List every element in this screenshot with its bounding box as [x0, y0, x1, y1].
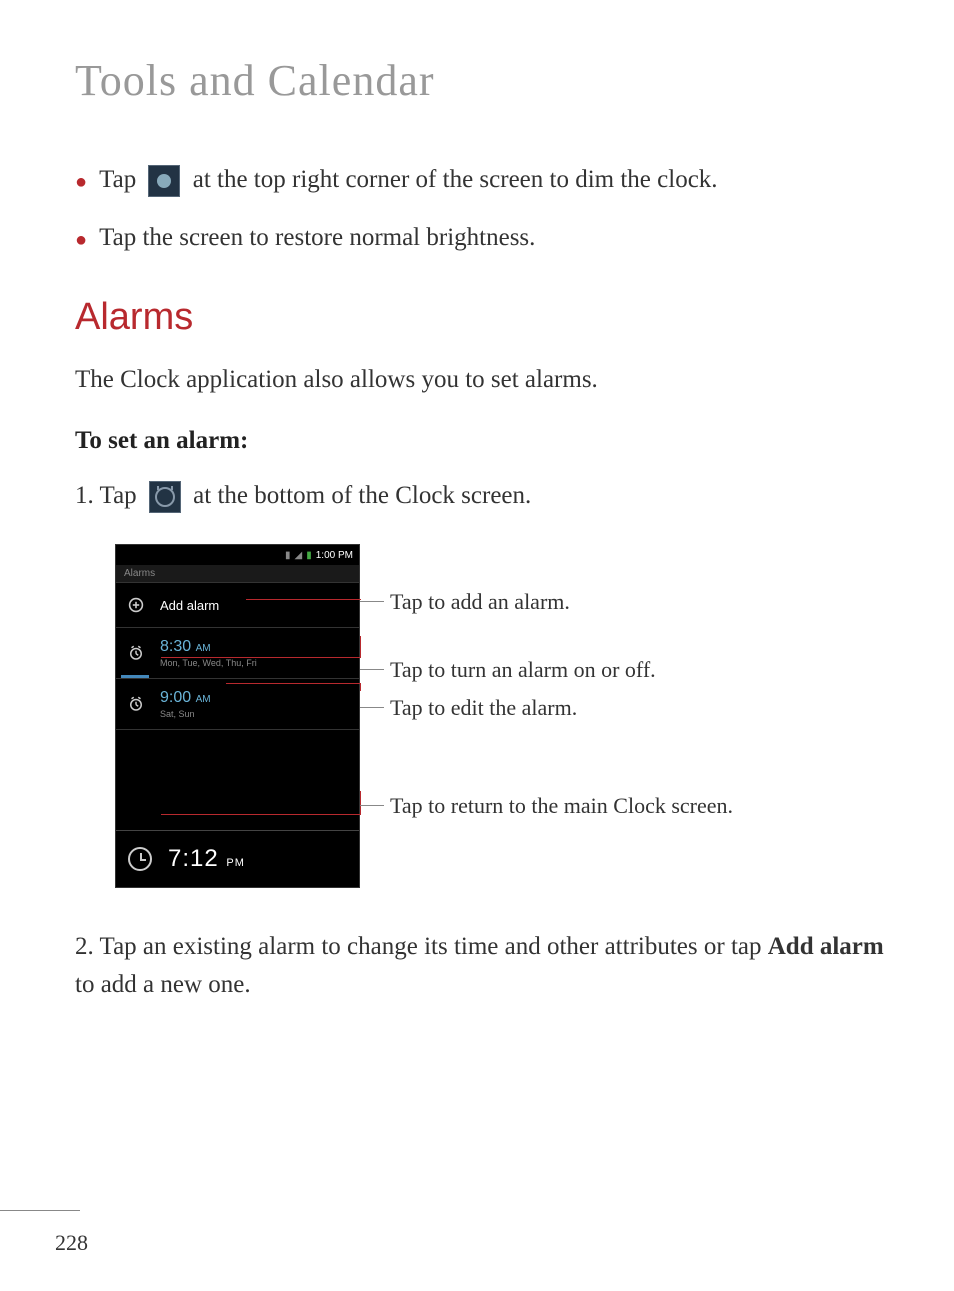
- text-fragment: AM: [196, 694, 211, 705]
- page-number: 228: [55, 1230, 88, 1256]
- status-time: 1:00 PM: [316, 550, 353, 561]
- text-fragment: 7:12: [168, 845, 219, 872]
- bullet-item-restore: ● Tap the screen to restore normal brigh…: [75, 219, 899, 257]
- alarm-days: Mon, Tue, Wed, Thu, Fri: [160, 658, 351, 668]
- text-fragment: to add a new one.: [75, 971, 251, 998]
- alarm-bell-icon: [124, 692, 148, 716]
- text-fragment: 8:30: [160, 638, 191, 655]
- alarm-days: Sat, Sun: [160, 709, 351, 719]
- bullet-dot-icon: ●: [75, 167, 87, 197]
- signal-icon: ▮: [285, 550, 291, 561]
- status-bar: ▮ ◢ ▮ 1:00 PM: [116, 545, 359, 565]
- text-fragment: at the bottom of the Clock screen.: [193, 482, 531, 509]
- empty-area: [116, 730, 359, 830]
- alarm-time: 9:00 AM: [160, 689, 351, 707]
- step-2: 2. Tap an existing alarm to change its t…: [75, 928, 899, 1003]
- bullet-text: Tap the screen to restore normal brightn…: [99, 219, 899, 257]
- add-alarm-row[interactable]: Add alarm: [116, 583, 359, 628]
- alarm-clock-icon: [149, 481, 181, 513]
- sub-header-set-alarm: To set an alarm:: [75, 427, 899, 455]
- text-fragment: 1. Tap: [75, 482, 143, 509]
- alarm-bell-icon: [124, 641, 148, 665]
- callout-toggle-alarm: Tap to turn an alarm on or off.: [390, 657, 733, 683]
- bullet-dot-icon: ●: [75, 225, 87, 255]
- text-bold-fragment: Add alarm: [768, 933, 884, 960]
- alarm-row-1[interactable]: 8:30 AM Mon, Tue, Wed, Thu, Fri: [116, 628, 359, 679]
- dim-screen-icon: [148, 165, 180, 197]
- text-fragment: at the top right corner of the screen to…: [193, 166, 718, 193]
- screen-label-alarms: Alarms: [116, 565, 359, 583]
- clock-icon: [128, 847, 152, 871]
- callout-edit-alarm: Tap to edit the alarm.: [390, 695, 733, 721]
- battery-icon: ▮: [306, 550, 312, 561]
- bullet-item-dim: ● Tap at the top right corner of the scr…: [75, 161, 899, 199]
- callout-return-clock: Tap to return to the main Clock screen.: [390, 793, 733, 819]
- bullet-text: Tap at the top right corner of the scree…: [99, 161, 899, 199]
- page-title: Tools and Calendar: [75, 55, 899, 106]
- page-footer-line: [0, 1210, 80, 1211]
- step-1: 1. Tap at the bottom of the Clock screen…: [75, 477, 899, 515]
- section-header-alarms: Alarms: [75, 296, 899, 339]
- plus-icon: [124, 593, 148, 617]
- callouts: Tap to add an alarm. Tap to turn an alar…: [360, 544, 733, 844]
- phone-screen: ▮ ◢ ▮ 1:00 PM Alarms Add alarm 8:30 AM: [115, 544, 360, 888]
- text-fragment: PM: [226, 857, 245, 869]
- alarm-row-2[interactable]: 9:00 AM Sat, Sun: [116, 679, 359, 730]
- text-fragment: Tap: [99, 166, 142, 193]
- alarm-time: 8:30 AM: [160, 638, 351, 656]
- alarm-toggle-indicator[interactable]: [121, 675, 149, 678]
- phone-screenshot-diagram: ▮ ◢ ▮ 1:00 PM Alarms Add alarm 8:30 AM: [115, 544, 899, 888]
- footer-time: 7:12 PM: [168, 845, 245, 873]
- signal-bars-icon: ◢: [295, 550, 303, 561]
- text-fragment: 2. Tap an existing alarm to change its t…: [75, 933, 768, 960]
- text-fragment: 9:00: [160, 689, 191, 706]
- intro-text: The Clock application also allows you to…: [75, 361, 899, 399]
- footer-clock-bar[interactable]: 7:12 PM: [116, 830, 359, 887]
- add-alarm-label: Add alarm: [160, 598, 351, 613]
- callout-add-alarm: Tap to add an alarm.: [390, 589, 733, 615]
- text-fragment: AM: [196, 643, 211, 654]
